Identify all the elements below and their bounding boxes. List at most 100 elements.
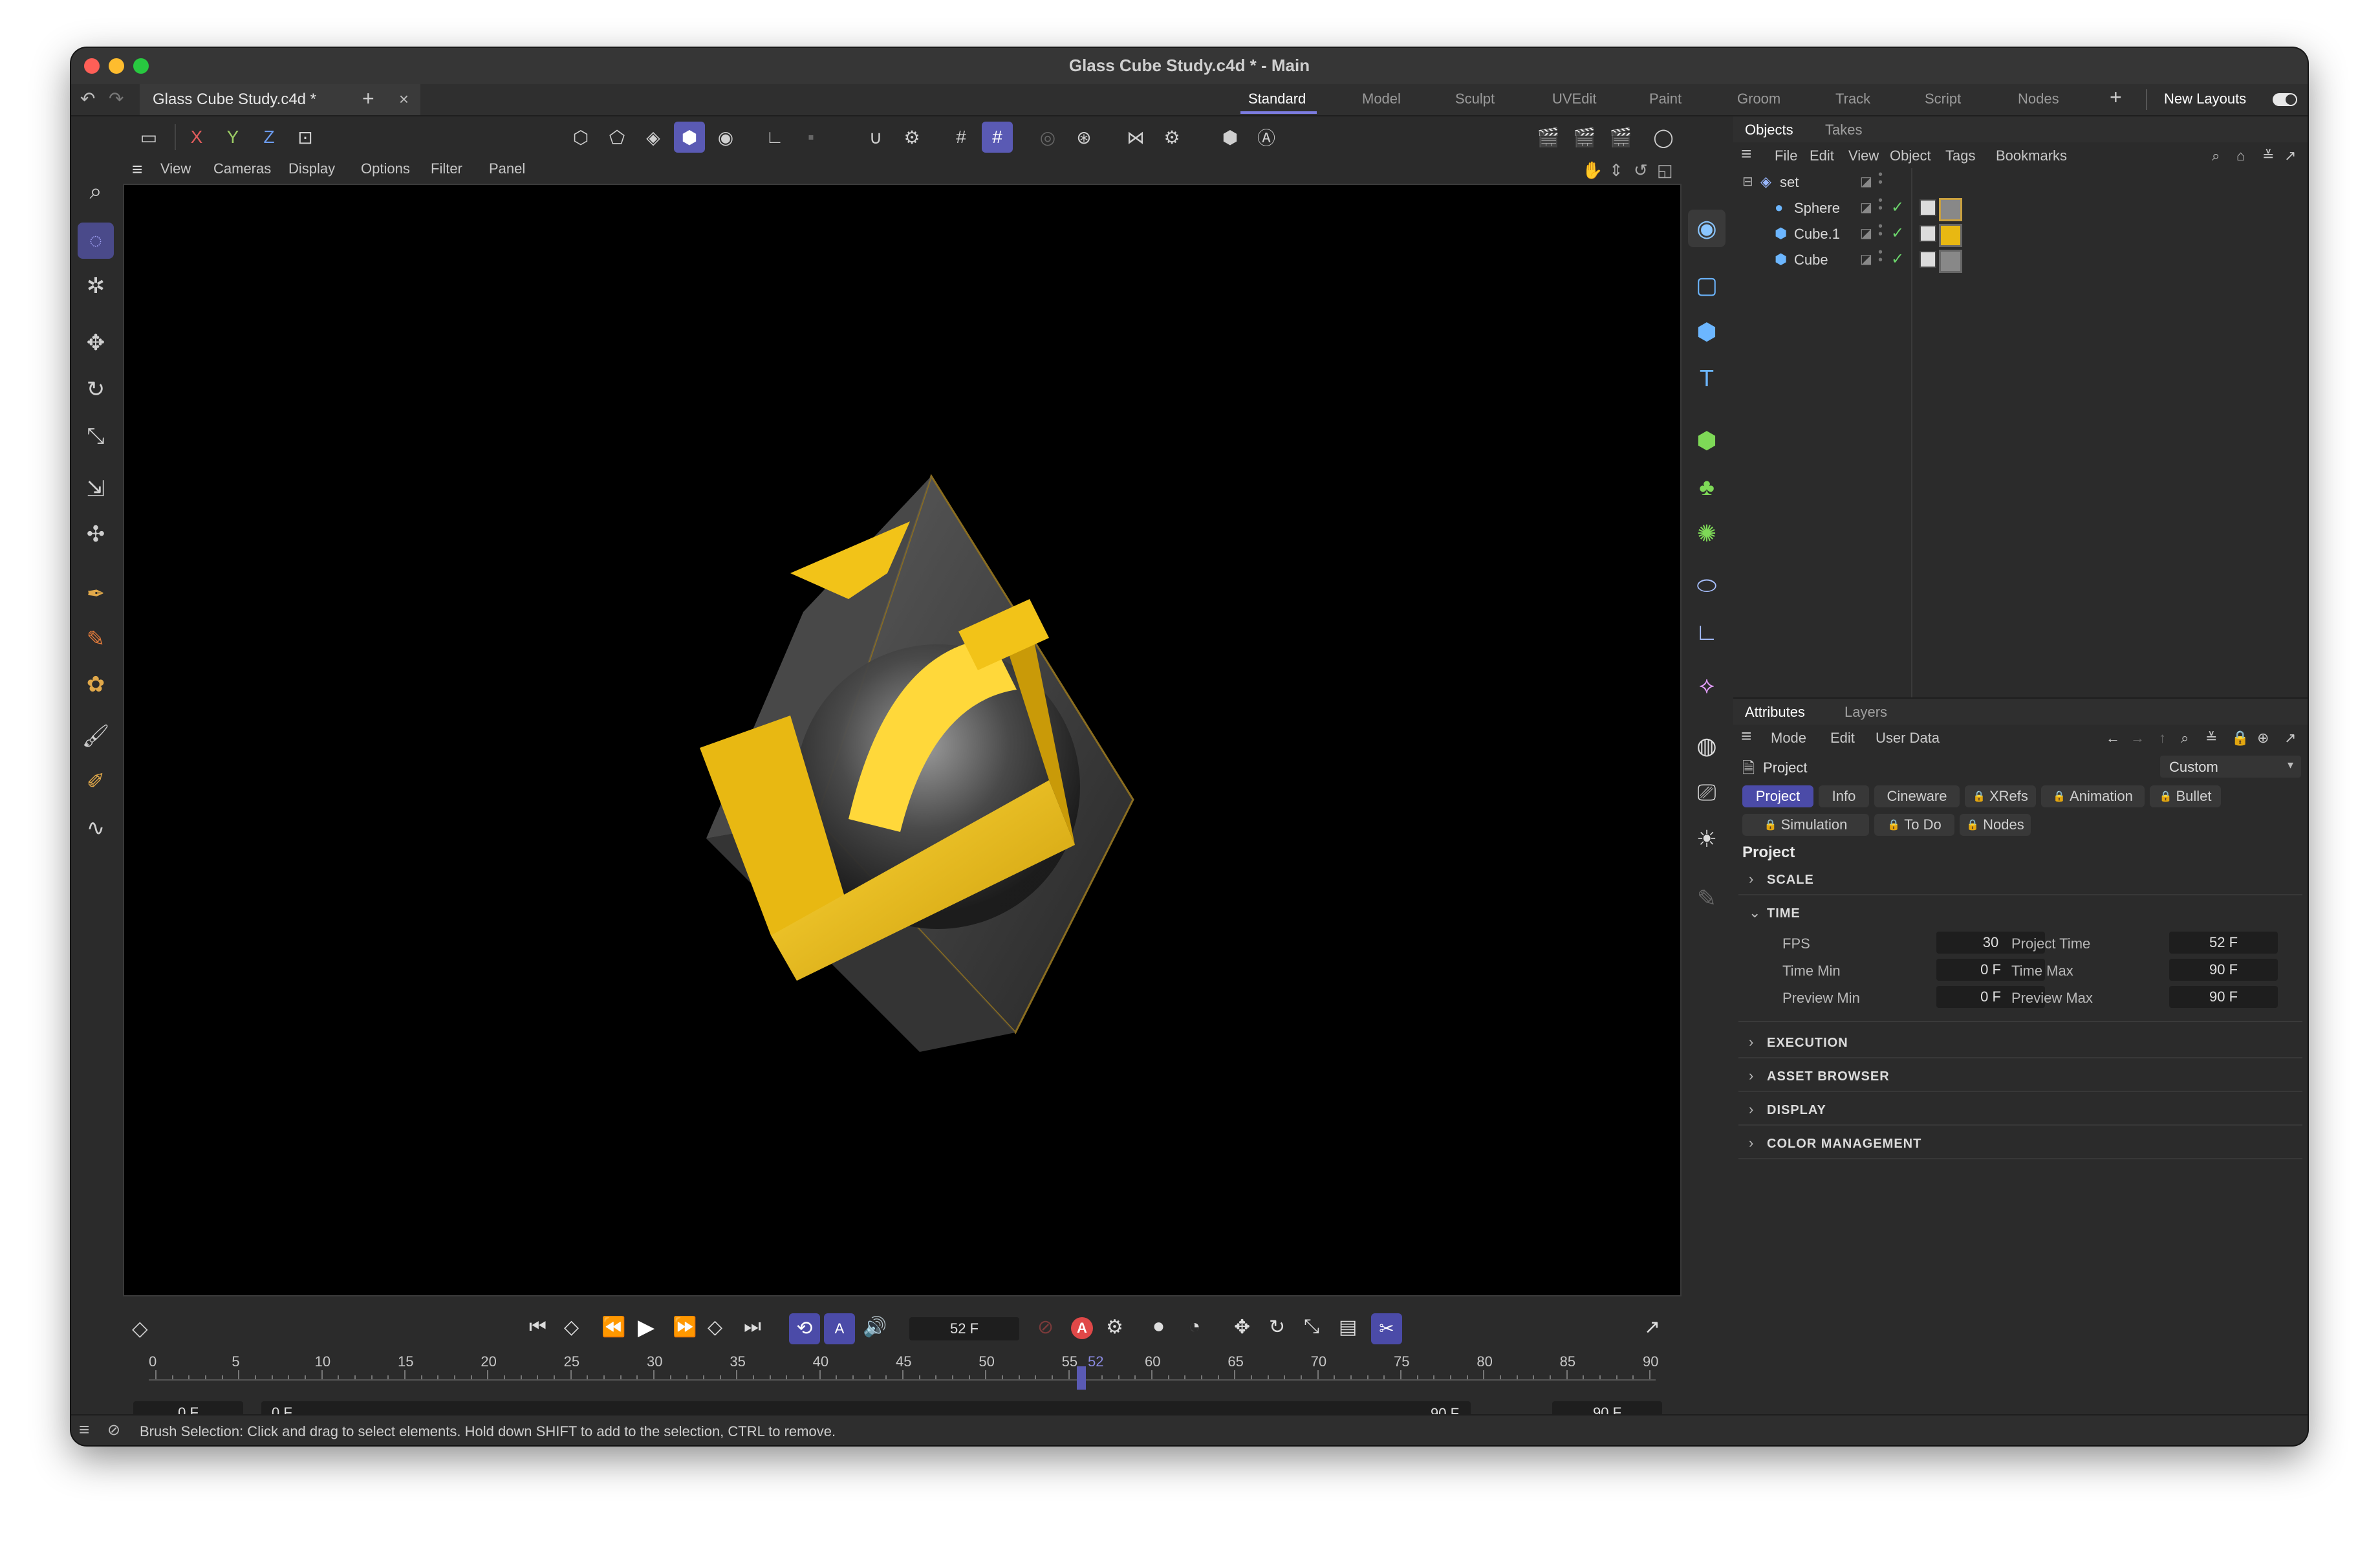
- go-to-end-icon[interactable]: ⏭: [744, 1316, 761, 1338]
- playhead[interactable]: [1077, 1366, 1086, 1390]
- pill-tab-project[interactable]: Project: [1742, 785, 1813, 807]
- layout-tab-sculpt[interactable]: Sculpt: [1455, 91, 1495, 107]
- objects-menu-file[interactable]: File: [1775, 148, 1797, 164]
- dolly-view-icon[interactable]: ⇕: [1609, 160, 1623, 180]
- objects-menu-view[interactable]: View: [1848, 148, 1879, 164]
- preset-dropdown[interactable]: Custom ▾: [2160, 756, 2301, 778]
- pan-view-icon[interactable]: ✋: [1582, 160, 1603, 180]
- spline-sketch-icon[interactable]: ✎: [78, 621, 114, 657]
- search-icon[interactable]: ⌕: [2212, 148, 2220, 164]
- render-settings-icon[interactable]: 🎬: [1605, 122, 1636, 153]
- record-auto-key-icon[interactable]: A: [1071, 1317, 1093, 1339]
- timeline-graph-icon[interactable]: ↗: [1644, 1316, 1660, 1339]
- orbit-view-icon[interactable]: ↺: [1634, 160, 1648, 180]
- viewport-menu-panel[interactable]: Panel: [489, 160, 525, 177]
- back-arrow-icon[interactable]: ←: [2106, 730, 2120, 747]
- objects-menu-tags[interactable]: Tags: [1945, 148, 1975, 164]
- render-region-icon[interactable]: 🎬: [1533, 122, 1564, 153]
- pill-tab-xrefs[interactable]: 🔒 XRefs: [1965, 785, 2036, 807]
- go-to-start-icon[interactable]: ⏮: [529, 1316, 546, 1338]
- layer-icon[interactable]: ◪: [1860, 225, 1872, 241]
- axis-mode-icon[interactable]: ∟: [759, 122, 790, 153]
- transform-tool-icon[interactable]: ⇲: [78, 471, 114, 507]
- layout-tab-track[interactable]: Track: [1835, 91, 1870, 107]
- keyframe-icon[interactable]: ◇: [132, 1316, 148, 1340]
- enabled-check-icon[interactable]: ✓: [1891, 198, 1904, 217]
- objects-menu-object[interactable]: Object: [1890, 148, 1931, 164]
- key-pla-icon[interactable]: ✂: [1371, 1313, 1402, 1344]
- attributes-hamburger-icon[interactable]: ≡: [1741, 726, 1751, 747]
- previous-key-icon[interactable]: ◇: [564, 1316, 579, 1339]
- sound-icon[interactable]: 🔊: [863, 1316, 887, 1339]
- auto-keying-icon[interactable]: Ⓐ: [1251, 122, 1282, 153]
- paint-tool-icon[interactable]: ✿: [78, 666, 114, 703]
- material-tag-icon[interactable]: [1939, 224, 1962, 247]
- key-position-icon[interactable]: ✥: [1234, 1316, 1250, 1339]
- environment-icon[interactable]: ◍: [1688, 727, 1726, 765]
- grid-snap-icon[interactable]: #: [946, 122, 977, 153]
- polygons-mode-icon[interactable]: ◈: [638, 122, 669, 153]
- enabled-check-icon[interactable]: ✓: [1891, 224, 1904, 243]
- attributes-menu-mode[interactable]: Mode: [1771, 730, 1806, 747]
- objects-menu-bookmarks[interactable]: Bookmarks: [1996, 148, 2067, 164]
- project-time-field[interactable]: 52 F: [2169, 932, 2278, 954]
- lock-icon[interactable]: 🔒: [2231, 730, 2249, 747]
- spline-pen-icon[interactable]: ✒: [78, 576, 114, 612]
- objects-menu-edit[interactable]: Edit: [1810, 148, 1834, 164]
- key-scale-icon[interactable]: ⤡: [1304, 1316, 1319, 1338]
- close-tab-icon[interactable]: ×: [399, 89, 409, 109]
- axis-z-button[interactable]: Z: [254, 122, 285, 153]
- magnet-icon[interactable]: ∪: [860, 122, 891, 153]
- model-mode-icon[interactable]: ⬢: [674, 122, 705, 153]
- mirror-icon[interactable]: ⋈: [1120, 122, 1151, 153]
- field-icon[interactable]: ∟: [1688, 613, 1726, 651]
- key-speed-icon[interactable]: ◔: [1189, 1316, 1200, 1338]
- previous-frame-icon[interactable]: ⏪: [601, 1316, 625, 1339]
- light-icon[interactable]: ☀: [1688, 820, 1726, 858]
- pill-tab-cineware[interactable]: Cineware: [1874, 785, 1960, 807]
- new-window-icon[interactable]: ↗: [2284, 148, 2296, 164]
- pill-tab-info[interactable]: Info: [1819, 785, 1869, 807]
- material-tag-icon[interactable]: [1939, 250, 1962, 273]
- layer-icon[interactable]: ◪: [1860, 173, 1872, 190]
- live-selection-icon[interactable]: ✲: [78, 268, 114, 304]
- archive-icon[interactable]: ▭: [133, 122, 164, 153]
- viewport-menu-options[interactable]: Options: [361, 160, 410, 177]
- key-settings-icon[interactable]: ⚙: [1106, 1316, 1123, 1339]
- add-icon[interactable]: ⊕: [2257, 730, 2269, 747]
- render-viewport-icon[interactable]: 🎬: [1569, 122, 1600, 153]
- texture-mode-icon[interactable]: ◉: [710, 122, 741, 153]
- search-icon[interactable]: ⌕: [78, 173, 114, 210]
- object-row-cube1[interactable]: ⬢ Cube.1 ◪ • • ✓: [1733, 220, 2308, 247]
- pill-tab-simulation[interactable]: 🔒 Simulation: [1742, 814, 1869, 836]
- time-max-field[interactable]: 90 F: [2169, 959, 2278, 981]
- rotate-tool-icon[interactable]: ↻: [78, 371, 114, 408]
- object-row-set[interactable]: ⊟ ◈ set ◪ • •: [1733, 168, 2308, 194]
- brush-icon[interactable]: 🖌: [78, 718, 114, 754]
- cube-object-icon[interactable]: ⬢: [1688, 313, 1726, 351]
- new-layouts-toggle[interactable]: [2273, 93, 2297, 106]
- play-icon[interactable]: ▶: [638, 1315, 654, 1340]
- attributes-menu-user-data[interactable]: User Data: [1876, 730, 1940, 747]
- object-row-cube[interactable]: ⬢ Cube ◪ • • ✓: [1733, 246, 2308, 273]
- section-display[interactable]: › DISPLAY: [1738, 1096, 2302, 1126]
- points-mode-icon[interactable]: ⬡: [565, 122, 596, 153]
- plane-object-icon[interactable]: ▢: [1688, 267, 1726, 304]
- scene-camera-icon[interactable]: ⎚: [1688, 774, 1726, 811]
- filter-icon[interactable]: ≚: [2262, 148, 2274, 164]
- layer-icon[interactable]: ◪: [1860, 251, 1872, 267]
- viewport-menu-view[interactable]: View: [160, 160, 191, 177]
- effector-icon[interactable]: ✺: [1688, 515, 1726, 552]
- axis-x-button[interactable]: X: [181, 122, 212, 153]
- layer-icon[interactable]: ◪: [1860, 199, 1872, 215]
- phong-tag-icon[interactable]: [1920, 225, 1936, 242]
- solo-mode-icon[interactable]: ▪: [795, 122, 827, 153]
- layout-tab-paint[interactable]: Paint: [1649, 91, 1682, 107]
- text-object-icon[interactable]: T: [1688, 360, 1726, 397]
- filter-icon[interactable]: ≚: [2205, 730, 2217, 747]
- object-row-sphere[interactable]: ● Sphere ◪ • • ✓: [1733, 194, 2308, 221]
- pill-tab-nodes[interactable]: 🔒 Nodes: [1960, 814, 2031, 836]
- phong-tag-icon[interactable]: [1920, 199, 1936, 216]
- picture-viewer-icon[interactable]: ◯: [1648, 122, 1679, 153]
- preview-max-field[interactable]: 90 F: [2169, 986, 2278, 1008]
